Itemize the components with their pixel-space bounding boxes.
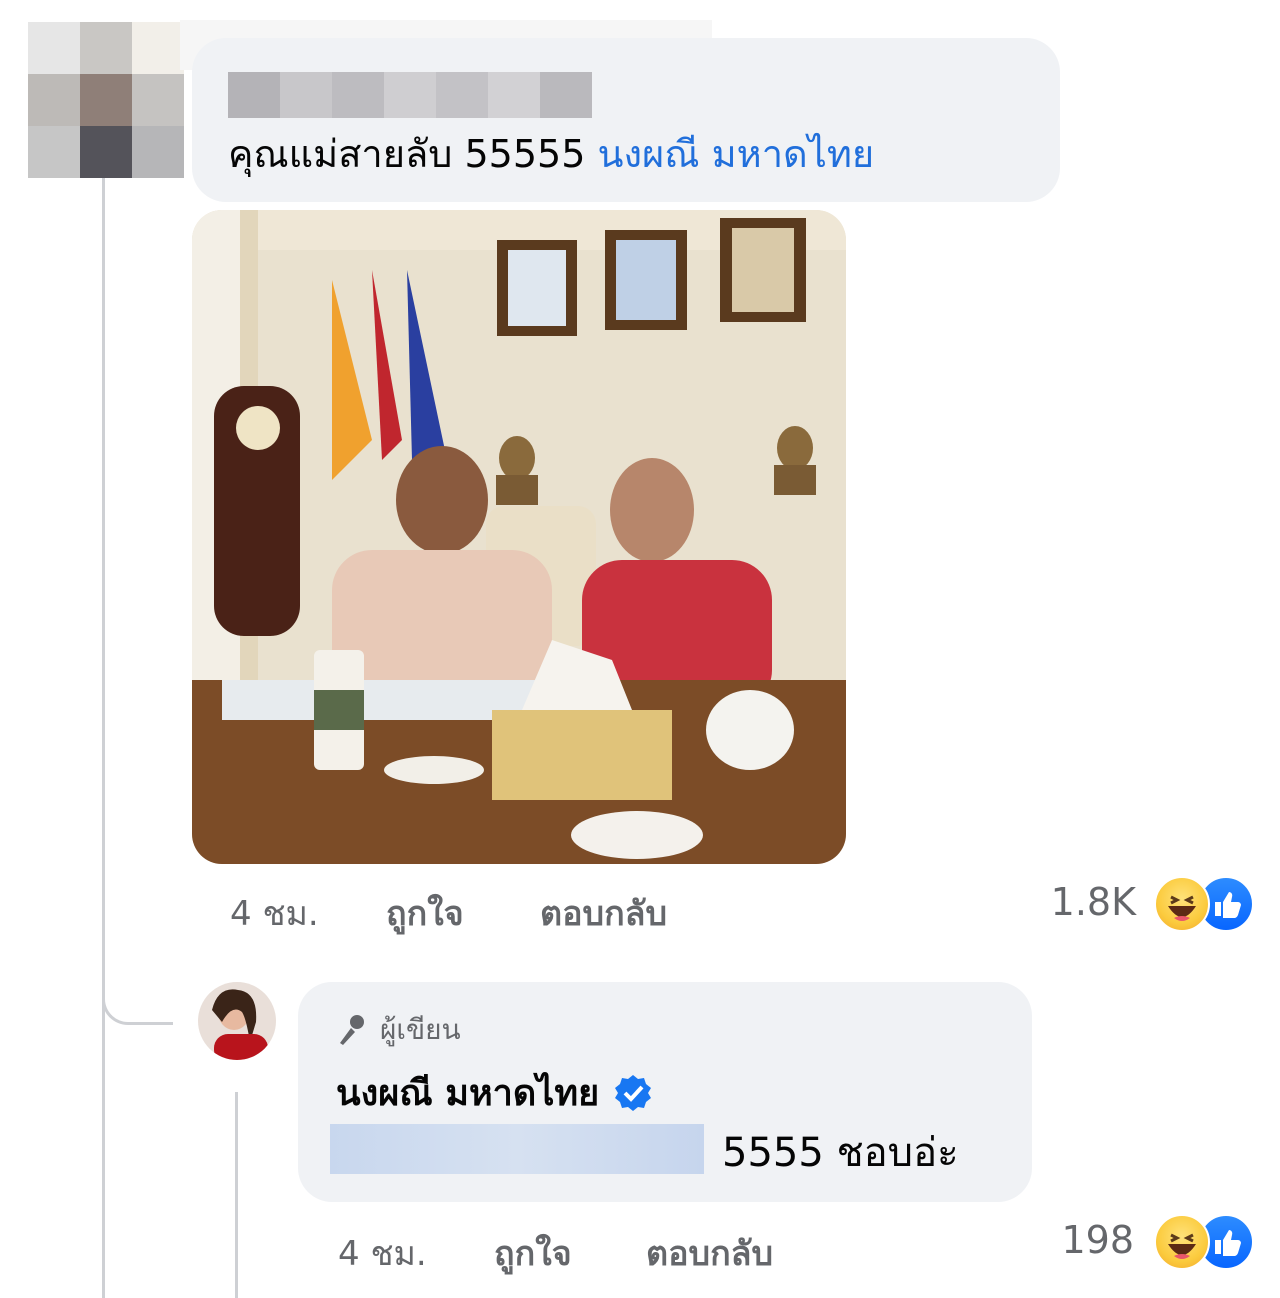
reply-mention-blurred[interactable]	[330, 1124, 704, 1174]
reply-reaction-count[interactable]: 198	[1000, 1218, 1134, 1262]
commenter-avatar-pixelated[interactable]	[28, 22, 184, 178]
reply-actions: 4 ชม. ถูกใจ ตอบกลับ	[338, 1226, 898, 1274]
reply-thread-line	[235, 1092, 238, 1298]
reply-author: นงผณี มหาดไทย	[336, 1064, 653, 1121]
comment-like-button[interactable]: ถูกใจ	[386, 886, 464, 940]
comment-reactions[interactable]	[1146, 876, 1256, 932]
haha-reaction-icon	[1154, 876, 1210, 932]
reply-like-button[interactable]: ถูกใจ	[494, 1226, 572, 1280]
reply-time[interactable]: 4 ชม.	[338, 1226, 427, 1280]
office-photo-illustration	[192, 210, 846, 864]
comment-actions: 4 ชม. ถูกใจ ตอบกลับ	[230, 886, 790, 934]
comment-photo[interactable]	[192, 210, 846, 864]
comment-time[interactable]: 4 ชม.	[230, 886, 319, 940]
thread-line	[102, 178, 105, 1298]
verified-badge-icon	[615, 1074, 652, 1111]
reply-reply-button[interactable]: ตอบกลับ	[646, 1226, 773, 1280]
thread-connector	[102, 950, 173, 1025]
author-badge-label: ผู้เขียน	[380, 1013, 461, 1046]
author-microphone-icon	[340, 1015, 364, 1045]
reply-author-avatar[interactable]	[198, 982, 276, 1060]
reply-author-name[interactable]: นงผณี มหาดไทย	[336, 1064, 599, 1121]
comment-body: คุณแม่สายลับ 55555	[228, 132, 586, 176]
reply-reactions[interactable]	[1146, 1214, 1256, 1270]
commenter-name-pixelated[interactable]	[228, 72, 592, 118]
comment-text: คุณแม่สายลับ 55555 นงผณี มหาดไทย	[228, 128, 874, 180]
haha-reaction-icon	[1154, 1214, 1210, 1270]
comment-mention-link[interactable]: นงผณี มหาดไทย	[597, 132, 874, 176]
comment-reply-button[interactable]: ตอบกลับ	[540, 886, 667, 940]
author-badge: ผู้เขียน	[336, 1008, 461, 1052]
reply-text: 5555 ชอบอ่ะ	[722, 1130, 959, 1176]
comment-reaction-count[interactable]: 1.8K	[980, 880, 1136, 924]
